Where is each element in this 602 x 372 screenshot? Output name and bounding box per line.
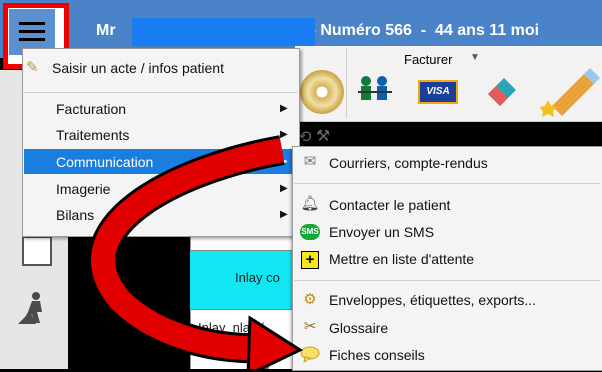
menu-separator [294,280,600,281]
hamburger-icon-line [19,38,45,41]
speech-bubble-icon [300,345,320,364]
submenu-arrow-icon: ▶ [280,129,288,140]
submenu-item-enveloppes[interactable]: Enveloppes, étiquettes, exports... [329,292,536,308]
menu-item-facturation[interactable]: Facturation [56,101,126,117]
visa-card-icon[interactable]: VISA [418,80,458,104]
submenu-item-liste-attente[interactable]: Mettre en liste d'attente [329,251,474,267]
hamburger-icon-line [19,30,45,33]
grid-cell-text: outi [250,358,270,372]
worker-icon[interactable] [18,290,52,332]
sms-icon: SMS [300,224,320,240]
menu-separator [294,183,600,184]
menu-item-bilans[interactable]: Bilans [56,207,94,223]
submenu-item-courriers[interactable]: Courriers, compte-rendus [329,155,488,171]
grid-cell-text: Inlay nlay / [198,320,264,335]
toolbar-separator [346,48,347,118]
eraser-icon[interactable] [482,70,522,110]
menu-separator [22,92,298,93]
tools-icon: ✂ [303,318,317,335]
menu-item-communication[interactable]: Communication [56,154,153,170]
title-suffix: - Numéro 566 - 44 ans 11 moi [310,22,540,39]
submenu-item-sms[interactable]: Envoyer un SMS [329,224,434,240]
menu-item-traitements[interactable]: Traitements [56,127,129,143]
hamburger-icon [19,22,45,25]
submenu-item-contacter[interactable]: Contacter le patient [329,197,450,213]
calendar-icon[interactable] [22,232,52,266]
envelope-icon: ✉ [303,153,317,170]
menu-item-imagerie[interactable]: Imagerie [56,181,110,197]
bell-icon: 🔔︎ [300,195,320,212]
drill-icon: ⚙ [303,291,317,308]
submenu-arrow-icon: ▶ [280,209,288,220]
menu-item-saisir-acte[interactable]: Saisir un acte / infos patient [52,60,224,76]
redacted-patient-name [132,18,315,46]
pencil-star-icon[interactable] [539,62,600,118]
submenu-item-fiches-conseils[interactable]: Fiches conseils [329,347,425,363]
plus-box-icon: + [301,251,319,269]
title-prefix: Mr [96,22,116,39]
facturer-dropdown-icon[interactable]: ▼ [470,52,480,63]
submenu-arrow-icon: ▶ [280,156,288,167]
disc-icon[interactable] [300,70,344,114]
submenu-item-glossaire[interactable]: Glossaire [329,320,388,336]
facturer-button-label[interactable]: Facturer [404,52,452,67]
patient-group-icon[interactable] [356,74,394,110]
grid-cell-text: Inlay co [235,270,280,285]
tools-icon[interactable]: ⚒ [316,126,330,146]
submenu-arrow-icon: ▶ [280,183,288,194]
submenu-arrow-icon: ▶ [280,103,288,114]
history-icon[interactable]: ⟲ [298,127,311,147]
pencil-icon: ✎ [26,59,39,76]
